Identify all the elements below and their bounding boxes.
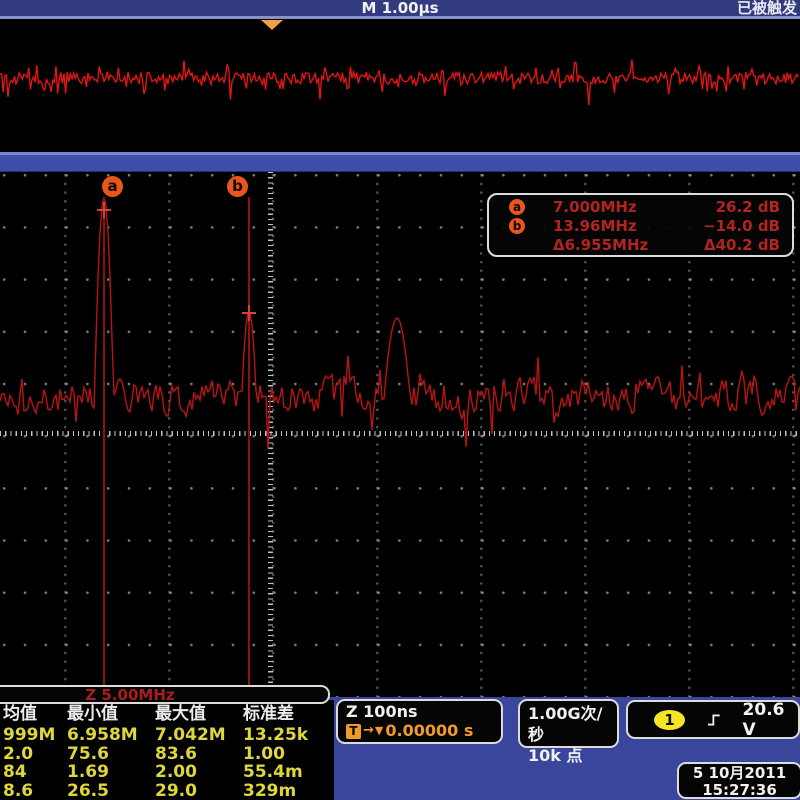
cursor-a-cross-icon <box>97 202 111 218</box>
acquisition-box[interactable]: 1.00G次/秒 10k 点 <box>518 699 619 748</box>
cursor-a-label[interactable]: a <box>102 176 123 197</box>
trigger-level-readout: 20.6 V <box>743 700 798 740</box>
cursor-delta-spacer <box>509 237 525 253</box>
spectrum-window: a b a 7.000MHz 26.2 dB b 13.96MHz −14.0 … <box>0 172 800 697</box>
channel-1-badge: 1 <box>654 710 685 730</box>
cursor-a-readout-row: a 7.000MHz 26.2 dB <box>499 197 780 216</box>
cursor-b-label[interactable]: b <box>227 176 248 197</box>
cursor-a-level: 26.2 dB <box>716 198 780 216</box>
rising-edge-slope-icon <box>707 712 721 728</box>
cursor-b-badge-icon: b <box>509 218 525 234</box>
cursor-b-cross-icon <box>242 305 256 321</box>
cursor-readout-box: a 7.000MHz 26.2 dB b 13.96MHz −14.0 dB Δ… <box>487 193 794 257</box>
cursor-delta-readout-row: Δ6.955MHz Δ40.2 dB <box>499 235 780 254</box>
window-separator-band <box>0 152 800 172</box>
cursor-b-readout-row: b 13.96MHz −14.0 dB <box>499 216 780 235</box>
cursor-b-frequency: 13.96MHz <box>553 217 678 235</box>
trigger-t-icon: T <box>346 724 361 739</box>
top-status-bar: M 1.00µs 已被触发 <box>0 0 800 16</box>
timebase-readout: M 1.00µs <box>0 0 800 17</box>
arrow-right-icon: → <box>363 722 374 740</box>
triangle-down-icon: ▼ <box>375 722 383 740</box>
record-length-readout: 10k 点 <box>528 745 609 766</box>
horizontal-settings-box[interactable]: Z 100ns T → ▼ 0.00000 s <box>336 699 503 744</box>
cursor-b-level: −14.0 dB <box>703 217 780 235</box>
date-readout: 5 10月2011 <box>679 765 800 782</box>
trigger-position-marker-icon[interactable] <box>261 20 283 30</box>
cursor-delta-frequency: Δ6.955MHz <box>553 236 678 254</box>
oscilloscope-screen: M 1.00µs 已被触发 a b a <box>0 0 800 800</box>
trigger-position-readout: T → ▼ 0.00000 s <box>346 722 493 740</box>
trigger-settings-box[interactable]: 1 20.6 V <box>626 700 800 739</box>
sample-rate-readout: 1.00G次/秒 <box>528 703 609 745</box>
cursor-a-badge-icon: a <box>509 199 525 215</box>
cursor-a-frequency: 7.000MHz <box>553 198 678 216</box>
zoom-frequency-box: Z 5.00MHz <box>0 685 330 704</box>
bottom-readout-area: 均值 最小值 最大值 标准差 999M 6.958M 7.042M 13.25k… <box>0 697 800 800</box>
datetime-box: 5 10月2011 15:27:36 <box>677 762 800 799</box>
cursor-delta-level: Δ40.2 dB <box>704 236 780 254</box>
trigger-status-readout: 已被触发 <box>737 0 797 17</box>
time-readout: 15:27:36 <box>679 782 800 799</box>
time-domain-window <box>0 19 800 152</box>
time-domain-trace <box>0 19 800 152</box>
zoom-timebase-readout: Z 100ns <box>346 702 493 722</box>
trigger-position-value: 0.00000 s <box>385 722 473 740</box>
